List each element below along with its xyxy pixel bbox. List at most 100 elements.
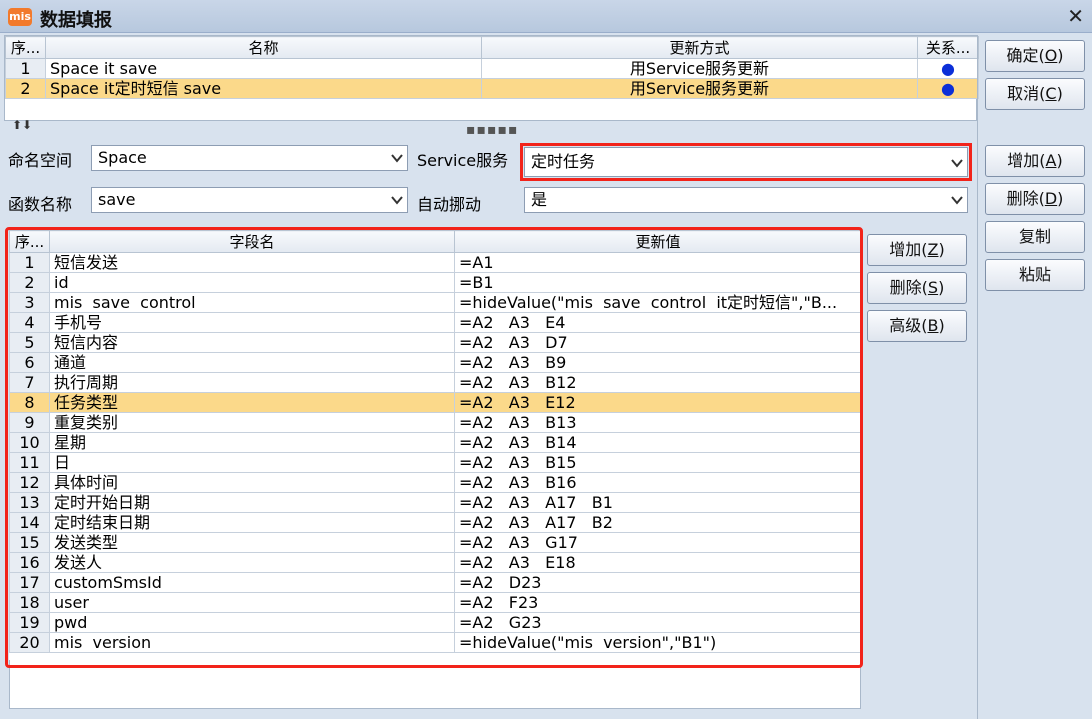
table-row[interactable]: 4 手机号 =A2 A3 E4 bbox=[9, 312, 862, 333]
table-row[interactable]: 5 短信内容 =A2 A3 D7 bbox=[9, 332, 862, 353]
cell-field[interactable]: 日 bbox=[49, 452, 455, 473]
paste-button[interactable]: 粘贴 bbox=[985, 259, 1085, 291]
panel-divider bbox=[977, 35, 978, 719]
cell-value[interactable]: =A2 A3 B14 bbox=[454, 432, 862, 453]
copy-button[interactable]: 复制 bbox=[985, 221, 1085, 253]
cell-value[interactable]: =A2 A3 G17 bbox=[454, 532, 862, 553]
column-header[interactable]: 名称 bbox=[45, 36, 482, 59]
cell-field[interactable]: 手机号 bbox=[49, 312, 455, 333]
close-icon[interactable]: ✕ bbox=[1067, 4, 1084, 28]
collapse-icon[interactable]: ⬆⬇ bbox=[12, 118, 32, 132]
table-row[interactable]: 8 任务类型 =A2 A3 E12 bbox=[9, 392, 862, 413]
cell-value[interactable]: =hideValue("mis version","B1") bbox=[454, 632, 862, 653]
cell-value[interactable]: =A2 A3 E18 bbox=[454, 552, 862, 573]
cell-value[interactable]: =A2 A3 D7 bbox=[454, 332, 862, 353]
table-row[interactable]: 17 customSmsId =A2 D23 bbox=[9, 572, 862, 593]
delete-field-button[interactable]: 删除(S) bbox=[867, 272, 967, 304]
table-row[interactable]: 12 具体时间 =A2 A3 B16 bbox=[9, 472, 862, 493]
cell-value[interactable]: =A2 F23 bbox=[454, 592, 862, 613]
cell-no: 20 bbox=[9, 632, 50, 653]
update-list-panel: 序... 名称 更新方式 关系... 1 Space it save 用Service服务… bbox=[4, 35, 979, 121]
cell-field[interactable]: pwd bbox=[49, 612, 455, 633]
cell-field[interactable]: 具体时间 bbox=[49, 472, 455, 493]
ok-button[interactable]: 确定(O) bbox=[985, 40, 1085, 72]
table-row[interactable]: 6 通道 =A2 A3 B9 bbox=[9, 352, 862, 373]
table-row[interactable]: 1 短信发送 =A1 bbox=[9, 252, 862, 273]
cell-field[interactable]: 短信内容 bbox=[49, 332, 455, 353]
cell-field[interactable]: id bbox=[49, 272, 455, 293]
cell-field[interactable]: 发送人 bbox=[49, 552, 455, 573]
cell-no: 5 bbox=[9, 332, 50, 353]
namespace-value: Space bbox=[98, 148, 147, 167]
cell-field[interactable]: 定时开始日期 bbox=[49, 492, 455, 513]
advanced-button[interactable]: 高级(B) bbox=[867, 310, 967, 342]
namespace-select[interactable]: Space bbox=[91, 145, 408, 171]
cell-value[interactable]: =A2 A3 B9 bbox=[454, 352, 862, 373]
cell-value[interactable]: =A2 A3 B15 bbox=[454, 452, 862, 473]
table-row[interactable]: 7 执行周期 =A2 A3 B12 bbox=[9, 372, 862, 393]
cell-field[interactable]: 定时结束日期 bbox=[49, 512, 455, 533]
table-row[interactable]: 20 mis version =hideValue("mis version","B… bbox=[9, 632, 862, 653]
column-header[interactable]: 序... bbox=[9, 230, 50, 253]
column-header[interactable]: 序... bbox=[5, 36, 46, 59]
cell-value[interactable]: =B1 bbox=[454, 272, 862, 293]
splitter-handle[interactable]: ▪▪▪▪▪ bbox=[466, 122, 518, 138]
cell-field[interactable]: 重复类别 bbox=[49, 412, 455, 433]
table-row[interactable]: 9 重复类别 =A2 A3 B13 bbox=[9, 412, 862, 433]
cell-field[interactable]: mis save control bbox=[49, 292, 455, 313]
column-header[interactable]: 更新值 bbox=[454, 230, 862, 253]
column-header[interactable]: 更新方式 bbox=[481, 36, 918, 59]
cell-value[interactable]: =A1 bbox=[454, 252, 862, 273]
cell-field[interactable]: user bbox=[49, 592, 455, 613]
cell-field[interactable]: customSmsId bbox=[49, 572, 455, 593]
service-label: Service服务 bbox=[417, 151, 509, 170]
table-row[interactable]: 2 id =B1 bbox=[9, 272, 862, 293]
cell-value[interactable]: =A2 A3 B16 bbox=[454, 472, 862, 493]
cell-value[interactable]: =A2 A3 E4 bbox=[454, 312, 862, 333]
column-header[interactable]: 关系... bbox=[917, 36, 979, 59]
cell-no: 1 bbox=[9, 252, 50, 273]
auto-move-select[interactable]: 是 bbox=[524, 187, 968, 213]
cell-value[interactable]: =A2 A3 E12 bbox=[454, 392, 862, 413]
table-row[interactable]: 10 星期 =A2 A3 B14 bbox=[9, 432, 862, 453]
cancel-button[interactable]: 取消(C) bbox=[985, 78, 1085, 110]
table-row[interactable]: 15 发送类型 =A2 A3 G17 bbox=[9, 532, 862, 553]
cell-value[interactable]: =A2 D23 bbox=[454, 572, 862, 593]
cell-field[interactable]: 发送类型 bbox=[49, 532, 455, 553]
cell-value[interactable]: =A2 A3 A17 B1 bbox=[454, 492, 862, 513]
cell-no: 17 bbox=[9, 572, 50, 593]
delete-update-button[interactable]: 删除(D) bbox=[985, 183, 1085, 215]
cell-field[interactable]: 短信发送 bbox=[49, 252, 455, 273]
cell-value[interactable]: =A2 A3 A17 B2 bbox=[454, 512, 862, 533]
cell-field[interactable]: 任务类型 bbox=[49, 392, 455, 413]
cell-value[interactable]: =A2 A3 B12 bbox=[454, 372, 862, 393]
chevron-down-icon bbox=[951, 196, 963, 205]
cell-field[interactable]: 执行周期 bbox=[49, 372, 455, 393]
table-row[interactable]: 19 pwd =A2 G23 bbox=[9, 612, 862, 633]
cell-no: 12 bbox=[9, 472, 50, 493]
table-row[interactable]: 11 日 =A2 A3 B15 bbox=[9, 452, 862, 473]
title-bar: mis 数据填报 ✕ bbox=[0, 0, 1092, 33]
cell-field[interactable]: 通道 bbox=[49, 352, 455, 373]
table-row[interactable]: 18 user =A2 F23 bbox=[9, 592, 862, 613]
cell-no: 7 bbox=[9, 372, 50, 393]
cell-value[interactable]: =A2 A3 B13 bbox=[454, 412, 862, 433]
add-update-button[interactable]: 增加(A) bbox=[985, 145, 1085, 177]
cell-no: 4 bbox=[9, 312, 50, 333]
cell-value[interactable]: =A2 G23 bbox=[454, 612, 862, 633]
cell-value[interactable]: =hideValue("mis save control it定时短信","B.… bbox=[454, 292, 862, 313]
table-row[interactable]: 1 Space it save 用Service服务更新 ● bbox=[5, 58, 979, 79]
cell-field[interactable]: mis version bbox=[49, 632, 455, 653]
column-header[interactable]: 字段名 bbox=[49, 230, 455, 253]
table-row[interactable]: 14 定时结束日期 =A2 A3 A17 B2 bbox=[9, 512, 862, 533]
cell-no: 14 bbox=[9, 512, 50, 533]
table-row[interactable]: 16 发送人 =A2 A3 E18 bbox=[9, 552, 862, 573]
table-row[interactable]: 2 Space it定时短信 save 用Service服务更新 ● bbox=[5, 78, 979, 99]
service-select[interactable]: 定时任务 bbox=[520, 143, 972, 181]
field-table: 序... 字段名 更新值 1 短信发送 =A1 2 id =B1 3 mis save contr… bbox=[9, 230, 862, 653]
table-row[interactable]: 3 mis save control =hideValue("mis save co… bbox=[9, 292, 862, 313]
function-select[interactable]: save bbox=[91, 187, 408, 213]
cell-field[interactable]: 星期 bbox=[49, 432, 455, 453]
table-row[interactable]: 13 定时开始日期 =A2 A3 A17 B1 bbox=[9, 492, 862, 513]
add-field-button[interactable]: 增加(Z) bbox=[867, 234, 967, 266]
